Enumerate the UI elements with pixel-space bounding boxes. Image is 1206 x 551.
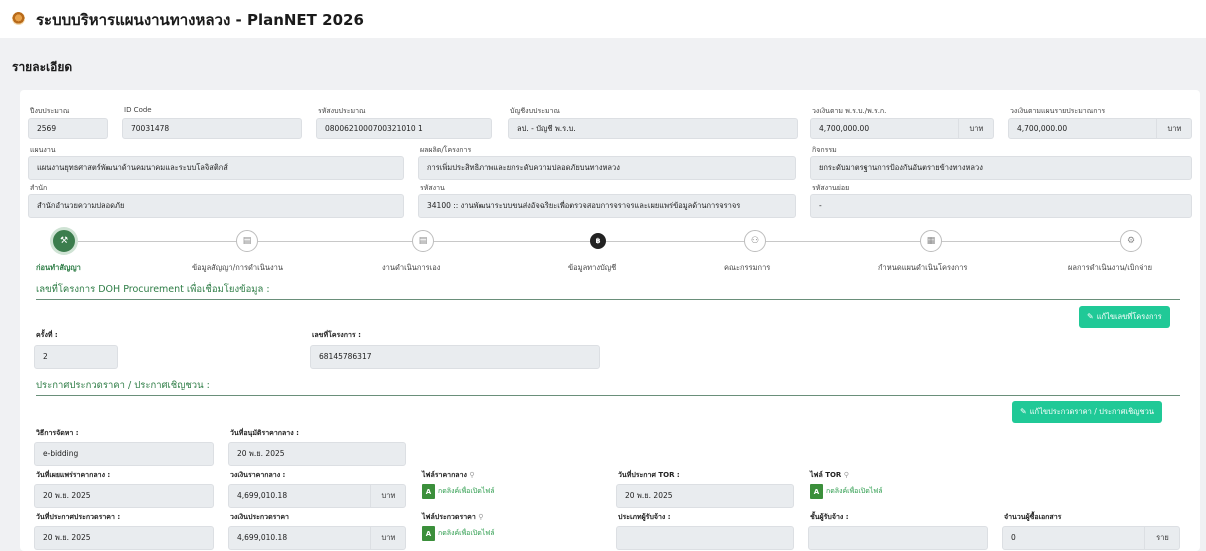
method-label: วิธีการจัดหา : [36, 429, 79, 437]
plan-label: แผนงาน [30, 146, 56, 154]
amount-act-label: วงเงินตาม พ.ร.บ./พ.ร.ก. [812, 107, 887, 115]
id-code-field: 70031478 [122, 118, 302, 139]
amount-act-unit: บาท [958, 118, 994, 139]
step-label-self-work[interactable]: งานดำเนินการเอง [382, 262, 440, 274]
activity-label: กิจกรรม [812, 146, 837, 154]
budget-code-field: 0800621000700321010 1 [316, 118, 492, 139]
edit-icon: ✎ [1087, 312, 1094, 321]
round-label: ครั้งที่ : [36, 331, 58, 339]
bid-amount-unit: บาท [370, 527, 406, 549]
budget-year-label: ปีงบประมาณ [30, 107, 70, 115]
round-field: 2 [34, 345, 118, 369]
step-label-plan[interactable]: กำหนดแผนดำเนินโครงการ [878, 262, 967, 274]
budget-code-label: รหัสงบประมาณ [318, 107, 366, 115]
office-label: สำนัก [30, 184, 48, 192]
bid-date-field: 20 พ.ย. 2025 [34, 526, 214, 550]
median-amount-label: วงเงินราคากลาง : [230, 471, 286, 479]
id-code-label: ID Code [124, 106, 152, 114]
step-label-accounting[interactable]: ข้อมูลทางบัญชี [568, 262, 616, 274]
work-code-field: 34100 :: งานพัฒนาระบบขนส่งอัจฉริยะเพื่อต… [418, 194, 796, 218]
project-no-field: 68145786317 [310, 345, 600, 369]
users-icon[interactable]: ⚇ [744, 230, 766, 252]
edit-announcement-button[interactable]: ✎ แก้ไขประกวดราคา / ประกาศเชิญชวน [1012, 401, 1162, 423]
method-field: e-bidding [34, 442, 214, 466]
budget-account-field: ลป. - บัญชี พ.ร.บ. [508, 118, 798, 139]
paperclip-icon: ⚲ [469, 471, 475, 479]
tor-file-label: ไฟล์ TOR ⚲ [810, 471, 849, 479]
contractor-class-label: ชั้นผู้รับจ้าง : [810, 513, 849, 521]
tor-date-field: 20 พ.ย. 2025 [616, 484, 794, 508]
sub-work-code-label: รหัสงานย่อย [812, 184, 850, 192]
median-file-link[interactable]: A กดลิงค์เพื่อเปิดไฟล์ [422, 484, 495, 499]
announcement-section-title: ประกาศประกวดราคา / ประกาศเชิญชวน : [36, 380, 210, 391]
contractor-class-field [808, 526, 988, 550]
bidder-type-label: ประเภทผู้รับจ้าง : [618, 513, 671, 521]
paperclip-icon: ⚲ [843, 471, 849, 479]
output-field: การเพิ่มประสิทธิภาพและยกระดับความปลอดภัย… [418, 156, 796, 180]
budget-account-label: บัญชีงบประมาณ [510, 107, 561, 115]
procurement-section-title: เลขที่โครงการ DOH Procurement เพื่อเชื่อ… [36, 284, 270, 295]
paperclip-icon: ⚲ [478, 513, 484, 521]
median-approve-label: วันที่อนุมัติราคากลาง : [230, 429, 299, 437]
doc-buyers-unit: ราย [1144, 527, 1180, 549]
median-publish-label: วันที่เผยแพร่ราคากลาง : [36, 471, 111, 479]
logo-icon [12, 12, 25, 25]
bid-file-label: ไฟล์ประกวดราคา ⚲ [422, 513, 484, 521]
median-approve-field: 20 พ.ย. 2025 [228, 442, 406, 466]
office-field: สำนักอำนวยความปลอดภัย [28, 194, 404, 218]
sub-work-code-field: - [810, 194, 1192, 218]
tor-file-link[interactable]: A กดลิงค์เพื่อเปิดไฟล์ [810, 484, 883, 499]
bid-amount-label: วงเงินประกวดราคา [230, 513, 289, 521]
median-publish-field: 20 พ.ย. 2025 [34, 484, 214, 508]
bidder-type-field [616, 526, 794, 550]
budget-year-field: 2569 [28, 118, 108, 139]
top-bar: ระบบบริหารแผนงานทางหลวง - PlanNET 2026 [0, 0, 1206, 38]
page-title: รายละเอียด [12, 60, 73, 74]
work-code-label: รหัสงาน [420, 184, 445, 192]
pdf-icon: A [810, 484, 823, 499]
step-label-contract[interactable]: ข้อมูลสัญญา/การดำเนินงาน [192, 262, 283, 274]
median-file-label: ไฟล์ราคากลาง ⚲ [422, 471, 475, 479]
clipboard-icon[interactable]: ▤ [412, 230, 434, 252]
amount-plan-label: วงเงินตามแผนรายประมาณการ [1010, 107, 1106, 115]
app-title: ระบบบริหารแผนงานทางหลวง - PlanNET 2026 [36, 11, 364, 29]
median-amount-unit: บาท [370, 485, 406, 507]
step-label-result[interactable]: ผลการดำเนินงาน/เบิกจ่าย [1068, 262, 1152, 274]
procurement-divider [36, 299, 1180, 300]
pdf-icon: A [422, 484, 435, 499]
calendar-icon[interactable]: ▦ [920, 230, 942, 252]
amount-plan-unit: บาท [1156, 118, 1192, 139]
tor-date-label: วันที่ประกาศ TOR : [618, 471, 680, 479]
announcement-divider [36, 395, 1180, 396]
gavel-icon[interactable]: ⚒ [53, 230, 75, 252]
bid-date-label: วันที่ประกาศประกวดราคา : [36, 513, 121, 521]
step-label-committee[interactable]: คณะกรรมการ [724, 262, 770, 274]
output-label: ผลผลิต/โครงการ [420, 146, 472, 154]
edit-project-no-button[interactable]: ✎ แก้ไขเลขที่โครงการ [1079, 306, 1170, 328]
doc-buyers-label: จำนวนผู้ซื้อเอกสาร [1004, 513, 1062, 521]
bid-file-link[interactable]: A กดลิงค์เพื่อเปิดไฟล์ [422, 526, 495, 541]
activity-field: ยกระดับมาตรฐานการป้องกันอันตรายข้างทางหล… [810, 156, 1192, 180]
edit-icon: ✎ [1020, 407, 1027, 416]
step-label-before-contract[interactable]: ก่อนทำสัญญา [36, 262, 81, 274]
project-no-label: เลขที่โครงการ : [312, 331, 361, 339]
document-icon[interactable]: ▤ [236, 230, 258, 252]
money-icon[interactable]: ⚙ [1120, 230, 1142, 252]
pdf-icon: A [422, 526, 435, 541]
plan-field: แผนงานยุทธศาสตร์พัฒนาด้านคมนาคมและระบบโล… [28, 156, 404, 180]
coin-icon[interactable]: ฿ [590, 233, 606, 249]
